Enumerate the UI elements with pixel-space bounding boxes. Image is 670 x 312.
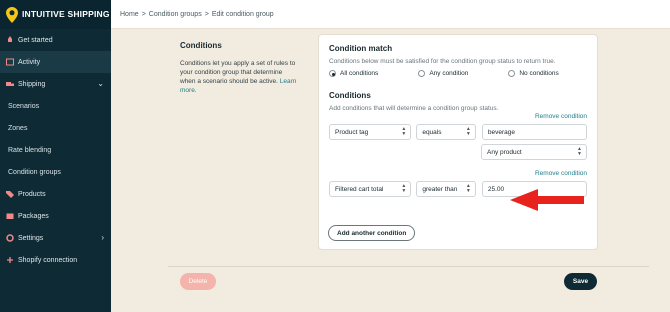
select-arrows-icon: ▲ ▼	[401, 183, 407, 194]
sidebar-item-label: Activity	[18, 58, 41, 66]
breadcrumb-separator: >	[141, 10, 146, 18]
sidebar-item-settings[interactable]: Settings ›	[0, 227, 111, 249]
annotation-arrow-icon	[510, 189, 584, 211]
sidebar-item-label: Zones	[8, 124, 28, 132]
breadcrumb-separator: >	[204, 10, 209, 18]
select-arrows-icon: ▲ ▼	[401, 126, 407, 137]
sidebar-item-packages[interactable]: Packages	[0, 205, 111, 227]
select-arrows-icon: ▲ ▼	[465, 183, 471, 194]
radio-unselected-icon	[508, 70, 516, 77]
select-value: Product tag	[335, 128, 369, 136]
condition-field-select[interactable]: Filtered cart total ▲ ▼	[329, 181, 412, 197]
condition-match-title: Condition match	[329, 44, 393, 53]
breadcrumb-condition-groups[interactable]: Condition groups	[149, 11, 202, 18]
condition-operator-select[interactable]: greater than ▲ ▼	[416, 181, 476, 197]
condition-match-hint: Conditions below must be satisfied for t…	[329, 58, 556, 65]
select-arrows-icon: ▲ ▼	[577, 146, 582, 157]
location-pin-icon	[6, 6, 18, 23]
select-value: Filtered cart total	[335, 185, 384, 193]
condition-match-options: All conditions Any condition No conditio…	[329, 70, 587, 77]
rocket-icon	[8, 36, 12, 42]
conditions-card: Condition match Conditions below must be…	[318, 34, 598, 250]
sidebar-item-condition-groups[interactable]: Condition groups	[0, 161, 111, 183]
chevron-down-icon: ⌄	[97, 79, 104, 88]
sidebar-item-rate-blending[interactable]: Rate blending	[0, 139, 111, 161]
condition-row: Product tag ▲ ▼ equals ▲ ▼ beverage	[329, 124, 587, 140]
divider	[168, 266, 649, 267]
sidebar-item-get-started[interactable]: Get started	[0, 29, 111, 51]
sidebar-item-label: Settings	[18, 234, 44, 242]
radio-label: Any condition	[429, 70, 469, 77]
main-content: Conditions Conditions let you apply a se…	[111, 29, 670, 312]
condition-extra-row: Any product ▲ ▼	[329, 144, 587, 160]
radio-selected-icon	[329, 70, 336, 77]
breadcrumb-home[interactable]: Home	[120, 11, 139, 18]
radio-no-conditions[interactable]: No conditions	[508, 70, 559, 77]
gear-icon	[6, 234, 14, 242]
sidebar-item-label: Shipping	[18, 80, 46, 88]
tag-icon	[6, 191, 14, 198]
select-value: greater than	[422, 185, 458, 193]
link-icon	[7, 257, 13, 263]
radio-unselected-icon	[418, 70, 426, 77]
select-value: Any product	[487, 148, 522, 156]
condition-operator-select[interactable]: equals ▲ ▼	[416, 124, 476, 140]
select-arrows-icon: ▲ ▼	[465, 126, 471, 137]
radio-any-condition[interactable]: Any condition	[418, 70, 468, 77]
condition-value-input[interactable]: beverage	[481, 124, 587, 140]
sidebar-item-label: Products	[18, 190, 46, 198]
breadcrumb: Home > Condition groups > Edit condition…	[111, 0, 670, 29]
breadcrumb-current: Edit condition group	[211, 10, 274, 18]
condition-product-scope-select[interactable]: Any product ▲ ▼	[481, 144, 587, 160]
sidebar-item-products[interactable]: Products	[0, 183, 111, 205]
sidebar-item-label: Packages	[18, 212, 49, 220]
remove-condition-link[interactable]: Remove condition	[329, 113, 587, 122]
brand-name: INTUITIVE SHIPPING	[22, 9, 110, 20]
radio-all-conditions[interactable]: All conditions	[329, 70, 378, 77]
conditions-hint: Add conditions that will determine a con…	[329, 105, 499, 112]
sidebar-item-activity[interactable]: Activity	[0, 51, 111, 73]
sidebar-item-label: Scenarios	[8, 102, 40, 110]
sidebar-item-label: Rate blending	[8, 146, 52, 154]
condition-field-select[interactable]: Product tag ▲ ▼	[329, 124, 412, 140]
delete-button[interactable]: Delete	[180, 273, 216, 290]
sidebar-item-label: Condition groups	[8, 168, 61, 176]
remove-condition-link[interactable]: Remove condition	[329, 170, 587, 179]
chevron-right-icon: ›	[101, 233, 104, 242]
activity-icon	[6, 58, 14, 66]
brand[interactable]: INTUITIVE SHIPPING	[0, 0, 111, 29]
intro-section: Conditions Conditions let you apply a se…	[180, 41, 298, 95]
sidebar-item-shopify-connection[interactable]: Shopify connection	[0, 249, 111, 271]
add-condition-button[interactable]: Add another condition	[328, 225, 416, 241]
sidebar-nav: Get started Activity Shipping ⌄ Scenario…	[0, 29, 111, 271]
select-value: equals	[422, 128, 442, 136]
sidebar-item-label: Shopify connection	[18, 256, 78, 264]
box-icon	[6, 213, 14, 219]
intro-title: Conditions	[180, 41, 222, 50]
sidebar: INTUITIVE SHIPPING Get started Activity …	[0, 0, 111, 312]
sidebar-item-zones[interactable]: Zones	[0, 117, 111, 139]
radio-label: No conditions	[519, 70, 559, 77]
sidebar-item-shipping[interactable]: Shipping ⌄	[0, 73, 111, 95]
sidebar-item-label: Get started	[18, 36, 53, 44]
intro-body: Conditions let you apply a set of rules …	[180, 60, 296, 85]
truck-icon	[6, 82, 14, 86]
radio-label: All conditions	[340, 70, 379, 77]
intro-text: Conditions let you apply a set of rules …	[180, 59, 298, 95]
sidebar-item-scenarios[interactable]: Scenarios	[0, 95, 111, 117]
save-button[interactable]: Save	[564, 273, 597, 290]
conditions-title: Conditions	[329, 91, 371, 100]
